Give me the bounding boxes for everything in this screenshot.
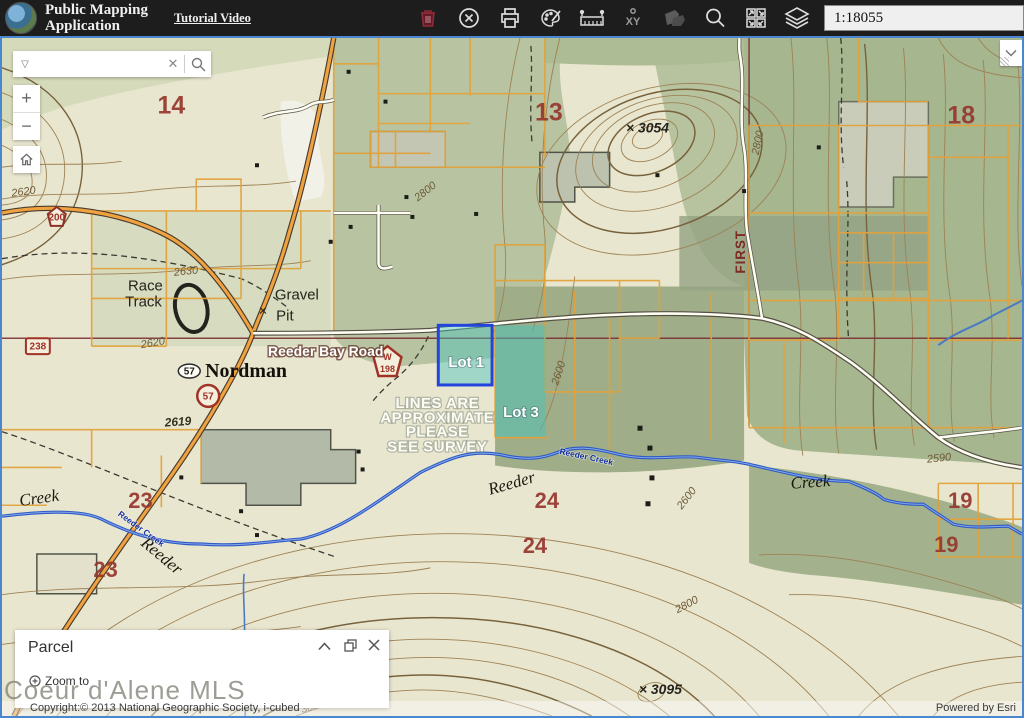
search-widget: ▽ ✕ [13, 51, 211, 77]
map-label: 13 [535, 99, 563, 127]
zoom-in-button[interactable]: + [13, 85, 40, 113]
highway-shield: 57 [197, 385, 219, 407]
topo-map[interactable]: 200 W 198 238 57 57 14 13 18 23 23 24 24 19 19 × 3054 ×… [2, 38, 1022, 716]
tutorial-video-link[interactable]: Tutorial Video [174, 11, 251, 26]
map-label: Track [125, 293, 162, 310]
home-button[interactable] [13, 146, 40, 173]
highway-shield: 238 [26, 338, 50, 354]
close-popup-icon[interactable] [365, 639, 383, 654]
scale-input[interactable]: 1:18055 [824, 5, 1024, 31]
map-label: 19 [934, 532, 958, 557]
map-label: 14 [157, 92, 185, 120]
map-label: × 3054 [626, 119, 669, 135]
svg-text:W: W [383, 352, 392, 362]
dock-icon[interactable] [341, 639, 359, 655]
search-submit-icon[interactable] [185, 57, 211, 72]
zoom-controls: + − [13, 85, 40, 140]
overview-map-toggle[interactable] [1000, 40, 1022, 66]
public-mapping-application: Public Mapping Application Tutorial Vide… [0, 0, 1024, 718]
map-label: Reeder Bay Road [268, 343, 383, 359]
map-label: 18 [947, 102, 975, 130]
svg-text:57: 57 [184, 367, 196, 378]
svg-text:XY: XY [626, 16, 641, 28]
svg-text:200: 200 [48, 212, 65, 223]
parcel-popup: Parcel Zoom to [15, 630, 389, 708]
attribution-copyright: Copyright:© 2013 National Geographic Soc… [30, 702, 300, 714]
delete-icon[interactable] [415, 5, 441, 31]
draw-icon[interactable] [538, 5, 564, 31]
map-label: 23 [93, 557, 117, 582]
measure-icon[interactable] [579, 5, 605, 31]
search-input[interactable] [37, 56, 162, 73]
attribution-bar: Copyright:© 2013 National Geographic Soc… [2, 701, 1022, 716]
map-label: × 3095 [639, 681, 682, 697]
map-label: Nordman [205, 360, 287, 382]
app-logo-globe-icon [5, 2, 37, 34]
collapse-icon[interactable] [315, 639, 333, 654]
map-viewport[interactable]: 200 W 198 238 57 57 14 13 18 23 23 24 24 19 19 × 3054 ×… [0, 36, 1024, 718]
map-label: 24 [535, 488, 560, 513]
print-icon[interactable] [497, 5, 523, 31]
app-title: Public Mapping Application [45, 2, 148, 34]
map-label: SEE SURVEY [387, 439, 487, 456]
svg-text:238: 238 [30, 342, 47, 353]
highway-shield: 57 [178, 364, 200, 378]
map-label: Lot 1 [448, 354, 484, 371]
map-label: × [259, 302, 268, 319]
map-label: Lot 3 [503, 404, 539, 421]
svg-text:198: 198 [380, 364, 395, 374]
tag-icon[interactable] [661, 5, 687, 31]
map-label: Race [128, 278, 163, 295]
layers-icon[interactable] [784, 5, 810, 31]
search-dropdown-icon[interactable]: ▽ [13, 59, 37, 70]
map-label: FIRST [733, 230, 748, 274]
popup-title: Parcel [28, 639, 73, 657]
svg-text:57: 57 [203, 391, 215, 402]
toolbar: XY [415, 5, 810, 31]
zoom-out-button[interactable]: − [13, 113, 40, 140]
map-label: 24 [523, 533, 548, 558]
attribution-esri: Powered by Esri [936, 702, 1016, 714]
extent-icon[interactable] [743, 5, 769, 31]
map-label: 2619 [163, 414, 192, 430]
map-label: 23 [128, 488, 152, 513]
zoom-to-link[interactable]: Zoom to [29, 674, 89, 688]
map-label: Creek [790, 471, 832, 493]
map-label: Gravel [275, 286, 319, 303]
xy-coordinates-icon[interactable]: XY [620, 5, 646, 31]
map-label: 19 [948, 488, 972, 513]
zoom-to-icon [29, 675, 41, 687]
close-icon[interactable] [456, 5, 482, 31]
map-label: Pit [276, 307, 294, 324]
search-icon[interactable] [702, 5, 728, 31]
search-clear-icon[interactable]: ✕ [162, 56, 184, 72]
header-bar: Public Mapping Application Tutorial Vide… [0, 0, 1024, 36]
